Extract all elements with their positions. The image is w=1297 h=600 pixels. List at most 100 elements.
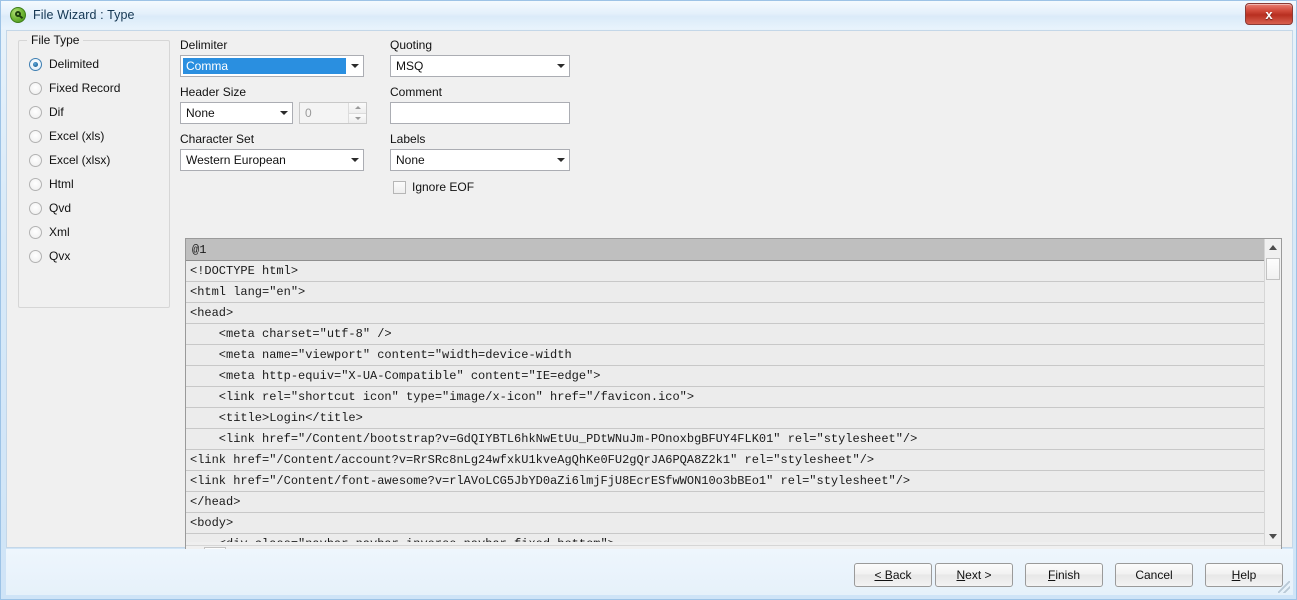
next-label-post: ext > (965, 568, 992, 582)
table-row[interactable]: <meta charset="utf-8" /> (186, 324, 1266, 345)
radio-excel-xls[interactable]: Excel (xls) (29, 127, 104, 145)
table-row[interactable]: <link href="/Content/bootstrap?v=GdQIYBT… (186, 429, 1266, 450)
table-row[interactable]: <body> (186, 513, 1266, 534)
character-set-label: Character Set (180, 132, 255, 146)
table-cell: <link href="/Content/bootstrap?v=GdQIYBT… (190, 432, 918, 446)
radio-qvd[interactable]: Qvd (29, 199, 71, 217)
table-cell: <body> (190, 516, 234, 530)
back-button[interactable]: < Back (854, 563, 932, 587)
radio-indicator-icon (29, 105, 42, 119)
table-row[interactable]: <meta http-equiv="X-UA-Compatible" conte… (186, 366, 1266, 387)
table-cell: <head> (190, 306, 234, 320)
file-type-group-label: File Type (27, 33, 84, 47)
radio-fixed-record[interactable]: Fixed Record (29, 79, 120, 97)
help-button[interactable]: Help (1205, 563, 1283, 587)
table-cell: <link rel="shortcut icon" type="image/x-… (190, 390, 695, 404)
labels-combo[interactable]: None (390, 149, 570, 171)
radio-indicator-icon (29, 177, 42, 191)
stepper-up-icon[interactable] (349, 103, 366, 113)
table-row[interactable]: <title>Login</title> (186, 408, 1266, 429)
radio-delimited[interactable]: Delimited (29, 55, 99, 73)
table-row[interactable]: <link href="/Content/font-awesome?v=rlAV… (186, 471, 1266, 492)
chevron-down-icon[interactable] (346, 56, 363, 76)
chevron-down-icon[interactable] (275, 103, 292, 123)
grid-column-header[interactable]: @1 (186, 239, 1266, 261)
scroll-up-icon[interactable] (1265, 239, 1281, 256)
quoting-combo[interactable]: MSQ (390, 55, 570, 77)
comment-input[interactable] (390, 102, 570, 124)
column-header-label: @1 (192, 242, 207, 257)
file-type-group: File Type Delimited Fixed Record Dif Exc… (18, 33, 170, 308)
radio-excel-xlsx[interactable]: Excel (xlsx) (29, 151, 110, 169)
table-row[interactable]: </head> (186, 492, 1266, 513)
title-bar[interactable]: File Wizard : Type x (1, 1, 1296, 29)
table-cell: <!DOCTYPE html> (190, 264, 299, 278)
table-row[interactable]: <html lang="en"> (186, 282, 1266, 303)
ignore-eof-checkbox[interactable]: Ignore EOF (393, 180, 474, 194)
table-row[interactable]: <meta name="viewport" content="width=dev… (186, 345, 1266, 366)
file-wizard-window: File Wizard : Type x File Type Delimited… (0, 0, 1297, 600)
header-size-number: 0 (305, 106, 312, 120)
finish-button[interactable]: Finish (1025, 563, 1103, 587)
table-cell: <link href="/Content/font-awesome?v=rlAV… (190, 474, 911, 488)
table-row[interactable]: <head> (186, 303, 1266, 324)
help-label-post: elp (1240, 568, 1257, 582)
table-row[interactable]: <link rel="shortcut icon" type="image/x-… (186, 387, 1266, 408)
radio-label: Xml (49, 225, 70, 239)
footer-bar: < Back Next > Finish Cancel Help (6, 549, 1293, 595)
table-row[interactable]: <!DOCTYPE html> (186, 261, 1266, 282)
table-cell: <title>Login</title> (190, 411, 363, 425)
radio-label: Dif (49, 105, 64, 119)
preview-vertical-scrollbar[interactable] (1264, 239, 1281, 545)
delimiter-value: Comma (183, 58, 346, 74)
chevron-down-icon[interactable] (552, 56, 569, 76)
comment-label: Comment (390, 85, 443, 99)
radio-label: Html (49, 177, 74, 191)
chevron-down-icon[interactable] (552, 150, 569, 170)
delimiter-combo[interactable]: Comma (180, 55, 364, 77)
chevron-down-icon[interactable] (346, 150, 363, 170)
radio-label: Qvd (49, 201, 72, 215)
radio-indicator-icon (29, 81, 42, 95)
table-cell: <meta name="viewport" content="width=dev… (190, 348, 572, 362)
table-cell: </head> (190, 495, 241, 509)
labels-label: Labels (390, 132, 426, 146)
close-button[interactable]: x (1245, 3, 1293, 25)
radio-indicator-icon (29, 129, 42, 143)
finish-label-post: inish (1055, 568, 1081, 582)
radio-label: Qvx (49, 249, 71, 263)
ignore-eof-label: Ignore EOF (412, 180, 475, 194)
stepper-down-icon[interactable] (349, 112, 366, 123)
radio-xml[interactable]: Xml (29, 223, 70, 241)
vertical-scroll-thumb[interactable] (1266, 258, 1280, 280)
radio-html[interactable]: Html (29, 175, 74, 193)
window-title: File Wizard : Type (33, 8, 135, 22)
radio-qvx[interactable]: Qvx (29, 247, 70, 265)
grid-body: <!DOCTYPE html> <html lang="en"> <head> <m… (186, 261, 1266, 542)
radio-dif[interactable]: Dif (29, 103, 64, 121)
close-icon: x (1265, 6, 1273, 22)
quoting-value: MSQ (396, 59, 424, 73)
header-size-combo[interactable]: None (180, 102, 293, 124)
table-cell: <html lang="en"> (190, 285, 306, 299)
resize-grip-icon[interactable] (1278, 581, 1290, 593)
header-size-stepper[interactable]: 0 (299, 102, 367, 124)
table-cell: <meta http-equiv="X-UA-Compatible" conte… (190, 369, 601, 383)
delimiter-label: Delimiter (180, 38, 228, 52)
cancel-button[interactable]: Cancel (1115, 563, 1193, 587)
finish-label-mnemonic: F (1047, 568, 1056, 582)
table-row[interactable]: <link href="/Content/account?v=RrSRc8nLg… (186, 450, 1266, 471)
scroll-down-icon[interactable] (1265, 528, 1281, 545)
checkbox-icon (393, 180, 406, 194)
back-label-mnemonic: < B (874, 568, 893, 582)
quoting-label: Quoting (390, 38, 433, 52)
next-button[interactable]: Next > (935, 563, 1013, 587)
stepper-buttons[interactable] (348, 103, 366, 123)
radio-label: Excel (xlsx) (49, 153, 111, 167)
table-cell: <meta charset="utf-8" /> (190, 327, 392, 341)
radio-indicator-icon (29, 153, 42, 167)
character-set-combo[interactable]: Western European (180, 149, 364, 171)
table-row[interactable]: <div class="navbar navbar-inverse navbar… (186, 534, 1266, 542)
cancel-label-pre: Cancel (1135, 568, 1173, 582)
radio-label: Fixed Record (49, 81, 121, 95)
